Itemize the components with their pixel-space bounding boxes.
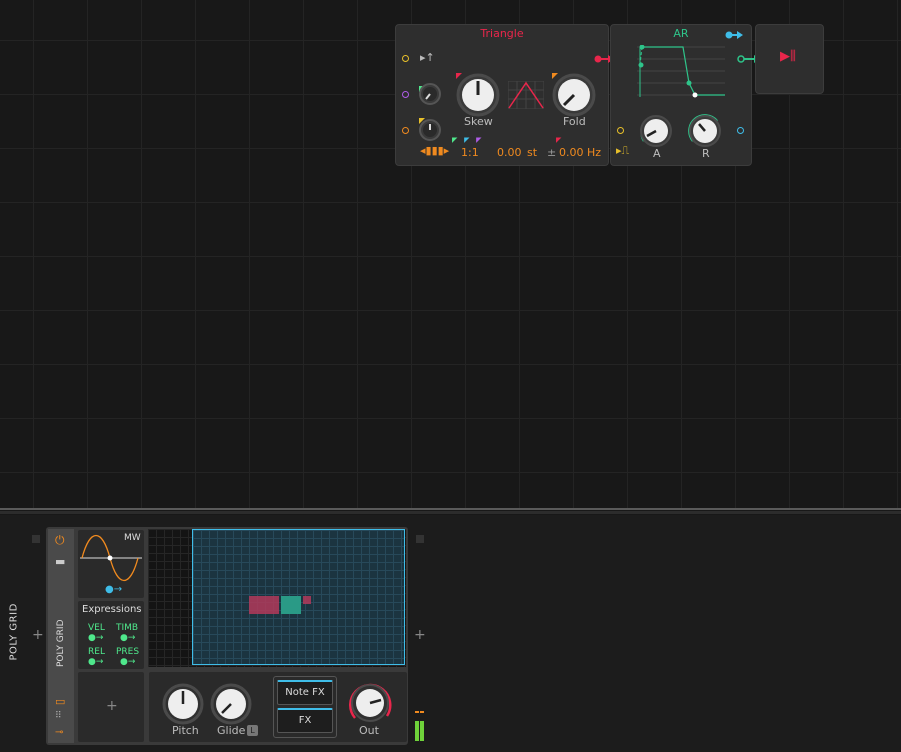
skew-label: Skew: [464, 115, 493, 128]
audio-out-module[interactable]: ▶⫼: [755, 24, 824, 94]
triangle-wave-icon: [508, 81, 544, 109]
skew-knob[interactable]: [454, 71, 502, 119]
device-title-vertical[interactable]: POLY GRID: [56, 601, 66, 667]
expression-pres[interactable]: PRES: [116, 647, 139, 657]
pitch-label: Pitch: [172, 724, 199, 737]
device-slot-marker-right: [416, 535, 424, 543]
mw-label: MW: [124, 533, 141, 543]
mod-input-jack-orange[interactable]: [402, 127, 409, 134]
gate-pulse-icon: ▸⎍: [616, 144, 630, 157]
ratio-value[interactable]: 1:1: [461, 146, 479, 159]
audio-output-icon: ▶⫼: [780, 49, 796, 64]
window-icon[interactable]: ▭: [55, 695, 65, 708]
folder-icon[interactable]: ▬: [55, 555, 65, 568]
mod-amount-knob-2[interactable]: [416, 116, 444, 144]
mod-input-jack-purple[interactable]: [402, 91, 409, 98]
meter-bar-left: [415, 721, 419, 741]
semitones-value[interactable]: 0.00: [497, 146, 522, 159]
note-fx-button[interactable]: Note FX: [277, 680, 333, 705]
ar-output-arrow-icon[interactable]: [725, 29, 745, 41]
device-chain-panel: POLY GRID + ⏻ ▬ POLY GRID ▭ ⠿ ⊸ MW ●→ Ex…: [0, 515, 901, 752]
expression-vel-arrow-icon[interactable]: ●→: [88, 633, 103, 643]
add-modulator-panel[interactable]: +: [77, 671, 145, 743]
patch-grid[interactable]: Triangle ▸↑ Skew Fold ◂▮▮▮▸ ◤ ◤ ◤ 1:1 0.…: [0, 0, 901, 508]
trigger-icon: ▸↑: [420, 51, 435, 64]
attack-knob[interactable]: [638, 113, 674, 149]
attack-label: A: [653, 147, 661, 160]
meter-bar-right: [420, 721, 424, 741]
minimap-module-out: [303, 596, 311, 604]
ratio-flag-icons: ◤ ◤ ◤: [452, 136, 482, 144]
minimap-module-ar: [281, 596, 301, 614]
output-volume-knob[interactable]: [347, 680, 393, 726]
device-header-strip: ⏻ ▬ POLY GRID ▭ ⠿ ⊸: [48, 529, 74, 743]
fx-button[interactable]: FX: [277, 708, 333, 733]
expressions-panel[interactable]: Expressions VEL TIMB ●→ ●→ REL PRES ●→ ●…: [77, 600, 145, 670]
pitch-knob[interactable]: [161, 682, 205, 726]
glide-legato-badge[interactable]: L: [247, 725, 258, 736]
minimap-module-triangle: [249, 596, 279, 614]
mod-wheel-panel[interactable]: MW ●→: [77, 529, 145, 599]
grid-overview[interactable]: [148, 529, 406, 667]
ar-envelope-display[interactable]: [637, 45, 727, 101]
keyboard-tracking-icon[interactable]: ◂▮▮▮▸: [420, 144, 449, 157]
expression-vel[interactable]: VEL: [88, 623, 105, 633]
grid-dots-icon[interactable]: ⠿: [55, 711, 62, 721]
panel-divider[interactable]: [0, 508, 901, 510]
hz-flag-icon: ◤: [556, 136, 562, 144]
meter-peak-left: [415, 711, 419, 713]
expression-rel[interactable]: REL: [88, 647, 105, 657]
fold-label: Fold: [563, 115, 586, 128]
expression-timb[interactable]: TIMB: [116, 623, 138, 633]
expression-pres-arrow-icon[interactable]: ●→: [120, 657, 135, 667]
mw-out-arrow-icon[interactable]: ●→: [105, 584, 122, 595]
phase-input-jack[interactable]: [402, 55, 409, 62]
expression-rel-arrow-icon[interactable]: ●→: [88, 657, 103, 667]
triangle-oscillator-module[interactable]: Triangle ▸↑ Skew Fold ◂▮▮▮▸ ◤ ◤ ◤ 1:1 0.…: [395, 24, 609, 166]
glide-knob[interactable]: [209, 682, 253, 726]
fold-knob[interactable]: [550, 71, 598, 119]
mod-amount-knob-1[interactable]: [416, 80, 444, 108]
device-chain-label: POLY GRID: [8, 603, 20, 661]
add-device-after-button[interactable]: +: [414, 627, 426, 643]
expressions-title: Expressions: [82, 604, 142, 615]
grid-viewport[interactable]: [192, 529, 405, 665]
poly-grid-device[interactable]: ⏻ ▬ POLY GRID ▭ ⠿ ⊸ MW ●→ Expressions VE…: [46, 527, 408, 745]
panel-divider-shadow: [0, 511, 901, 514]
ar-mod-jack[interactable]: [737, 127, 744, 134]
semitones-unit: st: [527, 146, 538, 159]
gate-input-jack[interactable]: [617, 127, 624, 134]
expression-timb-arrow-icon[interactable]: ●→: [120, 633, 135, 643]
device-slot-marker-left: [32, 535, 40, 543]
hz-prefix: ±: [547, 146, 557, 159]
level-meter: [414, 709, 426, 741]
device-controls-panel: Pitch Glide L Note FX FX Out: [148, 671, 408, 743]
triangle-module-title: Triangle: [480, 27, 524, 40]
release-label: R: [702, 147, 710, 160]
hz-value[interactable]: 0.00 Hz: [559, 146, 601, 159]
power-icon[interactable]: ⏻: [55, 533, 65, 548]
modulator-arrow-icon[interactable]: ⊸: [55, 727, 63, 738]
meter-peak-right: [420, 711, 424, 713]
add-device-before-button[interactable]: +: [32, 627, 44, 643]
release-knob[interactable]: [687, 113, 723, 149]
add-modulator-button[interactable]: +: [106, 698, 118, 714]
ar-envelope-module[interactable]: AR ▸⎍ A R: [610, 24, 752, 166]
out-label: Out: [359, 724, 379, 737]
glide-label: Glide: [217, 724, 246, 737]
